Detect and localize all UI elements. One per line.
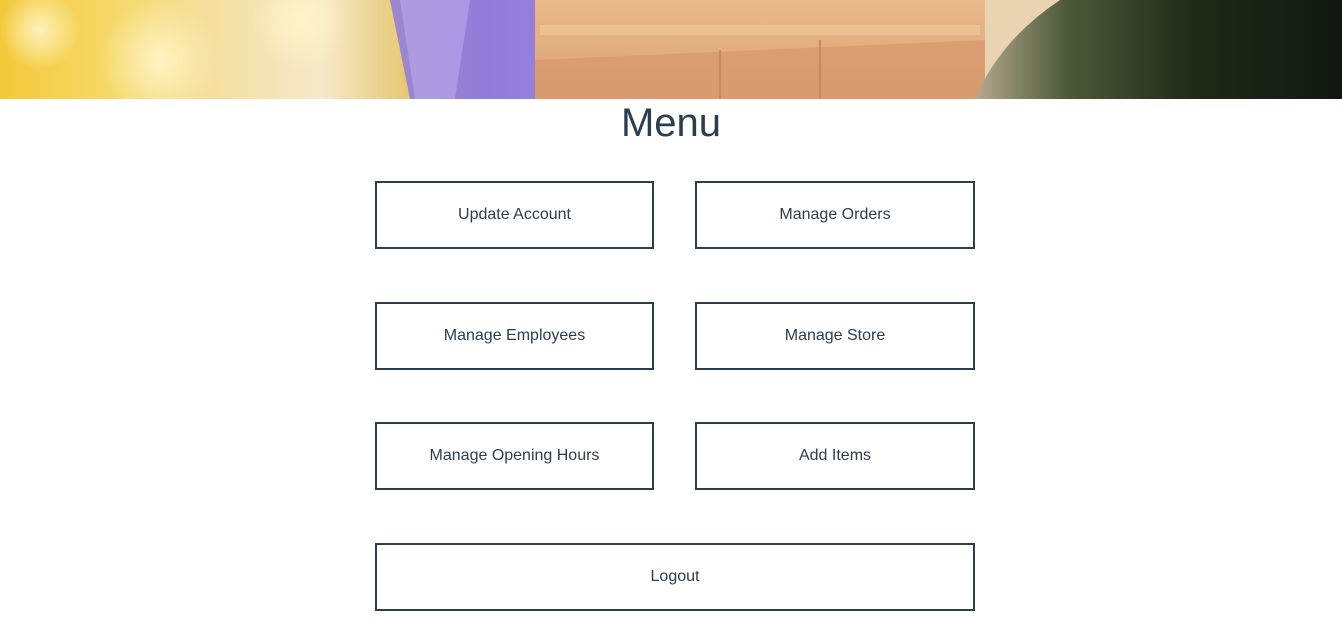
manage-opening-hours-button[interactable]: Manage Opening Hours — [375, 422, 654, 490]
manage-orders-button[interactable]: Manage Orders — [695, 181, 975, 249]
hero-banner-image — [0, 0, 1342, 99]
logout-button[interactable]: Logout — [375, 543, 975, 611]
page-title: Menu — [620, 101, 722, 145]
add-items-button[interactable]: Add Items — [695, 422, 975, 490]
manage-store-button[interactable]: Manage Store — [695, 302, 975, 370]
update-account-button[interactable]: Update Account — [375, 181, 654, 249]
manage-employees-button[interactable]: Manage Employees — [375, 302, 654, 370]
